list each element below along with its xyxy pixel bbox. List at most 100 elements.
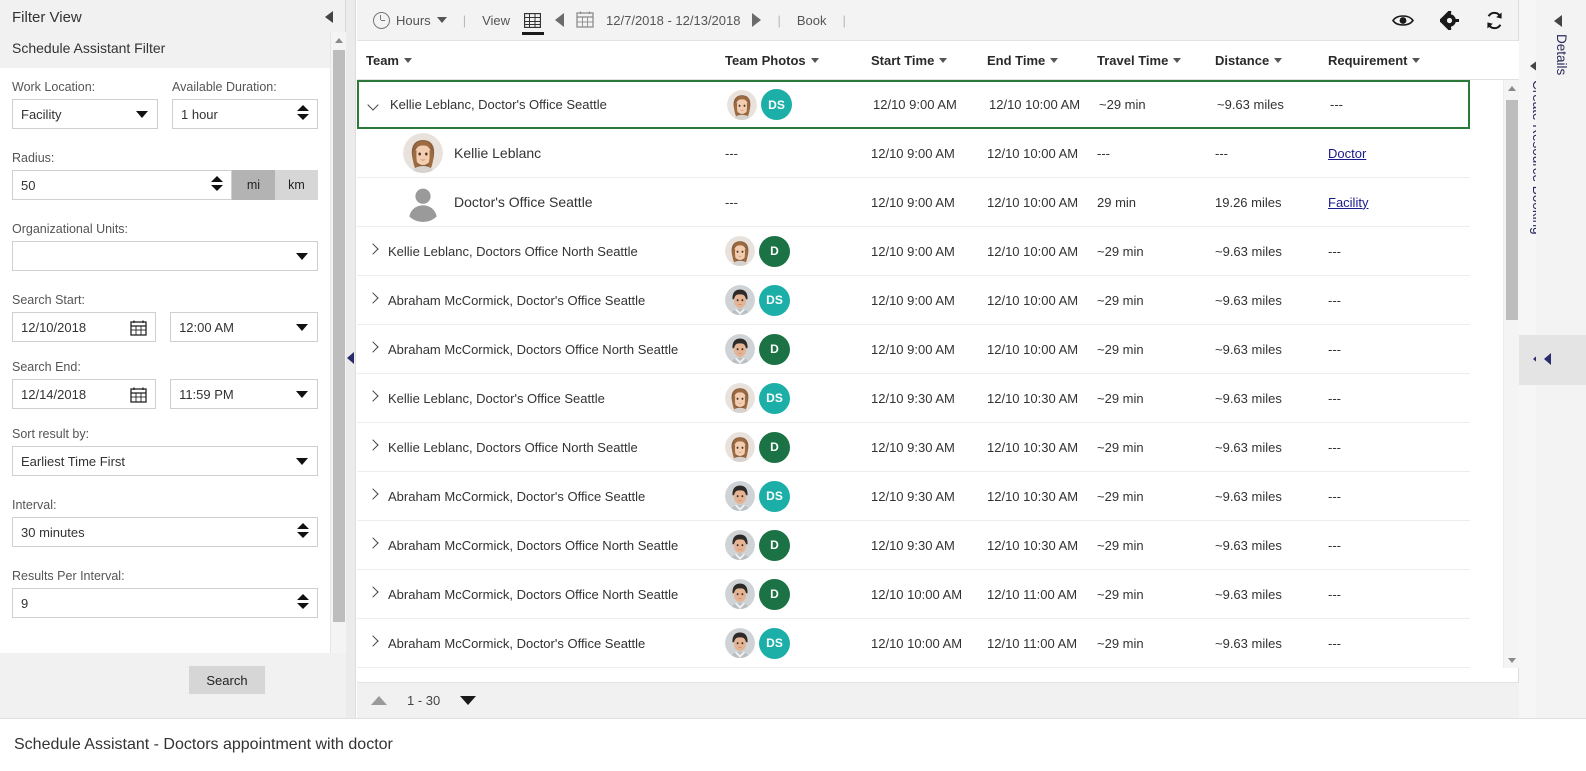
requirement-link[interactable]: Doctor (1328, 146, 1366, 161)
scrollbar-thumb[interactable] (333, 50, 345, 622)
sort-select[interactable]: Earliest Time First (12, 446, 318, 476)
requirement-link[interactable]: Facility (1328, 195, 1368, 210)
collapse-left-triangle-icon[interactable] (1554, 15, 1562, 27)
chevron-down-icon[interactable] (296, 253, 308, 260)
stepper-arrows-icon[interactable] (297, 105, 309, 125)
radius-input[interactable]: 50 (12, 170, 232, 200)
table-row[interactable]: Abraham McCormick, Doctor's Office Seatt… (357, 619, 1470, 668)
avatar (725, 530, 755, 560)
chevron-down-icon[interactable] (136, 111, 148, 118)
scroll-down-arrow-icon[interactable] (1504, 652, 1520, 668)
details-panel[interactable]: Details (1536, 0, 1586, 718)
chevron-down-expand-icon[interactable] (368, 98, 382, 112)
hours-label: Hours (396, 12, 431, 28)
table-row[interactable]: Abraham McCormick, Doctors Office North … (357, 570, 1470, 619)
row-requirement-cell: --- (1328, 635, 1341, 651)
table-row-child[interactable]: Doctor's Office Seattle --- 12/10 9:00 AM 1… (357, 178, 1470, 227)
stepper-arrows-icon[interactable] (297, 523, 309, 543)
stepper-arrows-icon[interactable] (297, 594, 309, 614)
org-units-select[interactable] (12, 241, 318, 271)
book-label: Book (796, 12, 827, 28)
column-header-team[interactable]: Team (357, 53, 725, 68)
row-end-time-cell: 12/10 10:00 AM (987, 243, 1079, 259)
chevron-down-icon[interactable] (296, 458, 308, 465)
collapse-left-triangle-icon[interactable] (325, 11, 333, 23)
search-end-date-input[interactable]: 12/14/2018 (12, 379, 157, 409)
book-button[interactable]: Book (791, 0, 833, 40)
next-period-button[interactable] (746, 0, 767, 40)
chevron-right-expand-icon[interactable] (366, 293, 380, 307)
scroll-up-arrow-icon[interactable] (331, 32, 347, 48)
table-row-child[interactable]: Kellie Leblanc --- 12/10 9:00 AM 12/10 10:0… (357, 129, 1470, 178)
calendar-picker-button[interactable] (570, 0, 600, 40)
table-row[interactable]: Abraham McCormick, Doctor's Office Seatt… (357, 276, 1470, 325)
work-location-select[interactable]: Facility (12, 99, 158, 129)
grid-scrollbar[interactable] (1503, 80, 1519, 668)
chevron-right-expand-icon[interactable] (366, 440, 380, 454)
available-duration-stepper[interactable]: 1 hour (172, 99, 318, 129)
initials-badge: DS (759, 284, 790, 316)
refresh-icon[interactable] (1485, 11, 1504, 30)
chevron-down-icon[interactable] (296, 324, 308, 331)
gear-icon[interactable] (1440, 11, 1459, 30)
table-row[interactable]: Abraham McCormick, Doctors Office North … (357, 521, 1470, 570)
panel-splitter[interactable] (346, 0, 356, 718)
chevron-down-icon[interactable] (296, 391, 308, 398)
chevron-right-expand-icon[interactable] (366, 391, 380, 405)
row-team-label: Abraham McCormick, Doctors Office North … (388, 586, 679, 602)
child-team-photos-cell: --- (725, 145, 738, 161)
chevron-right-expand-icon[interactable] (366, 538, 380, 552)
chevron-right-expand-icon[interactable] (366, 636, 380, 650)
interval-stepper[interactable]: 30 minutes (12, 517, 318, 547)
column-header-team-photos[interactable]: Team Photos (725, 53, 871, 68)
stepper-arrows-icon[interactable] (211, 176, 223, 196)
interval-label: Interval: (12, 498, 57, 512)
table-row[interactable]: Abraham McCormick, Doctor's Office Seatt… (357, 472, 1470, 521)
table-row[interactable]: Kellie Leblanc, Doctors Office North Sea… (357, 423, 1470, 472)
table-row[interactable]: Abraham McCormick, Doctors Office North … (357, 325, 1470, 374)
scroll-up-arrow-icon[interactable] (1504, 80, 1520, 96)
hours-dropdown[interactable]: Hours (367, 0, 453, 40)
column-header-start-time[interactable]: Start Time (871, 53, 987, 68)
results-per-interval-stepper[interactable]: 9 (12, 588, 318, 618)
search-start-date-input[interactable]: 12/10/2018 (12, 312, 157, 342)
previous-period-button[interactable] (549, 0, 570, 40)
row-team-label: Kellie Leblanc, Doctor's Office Seattle (390, 97, 607, 112)
row-team-cell: Abraham McCormick, Doctor's Office Seatt… (357, 489, 725, 504)
column-header-distance[interactable]: Distance (1215, 53, 1328, 68)
column-header-requirement[interactable]: Requirement (1328, 53, 1458, 68)
initials-badge: D (759, 529, 790, 561)
chevron-right-expand-icon[interactable] (366, 587, 380, 601)
available-duration-label: Available Duration: (172, 80, 277, 94)
search-button[interactable]: Search (189, 666, 265, 694)
calendar-icon[interactable] (130, 319, 147, 336)
chevron-down-icon[interactable] (460, 696, 477, 705)
table-row[interactable]: Kellie Leblanc, Doctor's Office Seattle D… (357, 374, 1470, 423)
work-location-duration-row: Work Location: Facility Available Durati… (12, 80, 318, 129)
chevron-down-icon[interactable] (436, 17, 447, 23)
search-end-time-select[interactable]: 11:59 PM (170, 379, 318, 409)
row-distance-cell: ~9.63 miles (1215, 243, 1282, 259)
table-row[interactable]: Kellie Leblanc, Doctor's Office Seattle D… (357, 80, 1470, 129)
chevron-right-expand-icon[interactable] (366, 489, 380, 503)
unit-toggle-km[interactable]: km (275, 170, 318, 200)
eye-icon[interactable] (1392, 13, 1414, 28)
column-header-end-time[interactable]: End Time (987, 53, 1097, 68)
scrollbar-thumb[interactable] (1506, 100, 1518, 320)
search-start-time-select[interactable]: 12:00 AM (170, 312, 318, 342)
board-toolbar: Hours | View 12/7/2018 - 12/13/2018 | Bo… (357, 0, 1518, 41)
view-label: View (482, 12, 511, 28)
unit-toggle-mi[interactable]: mi (232, 170, 275, 200)
splitter-collapse-arrow-icon[interactable] (347, 352, 354, 364)
grid-view-button[interactable] (516, 0, 549, 40)
table-row[interactable]: Kellie Leblanc, Doctors Office North Sea… (357, 227, 1470, 276)
row-team-cell: Kellie Leblanc, Doctors Office North Sea… (357, 440, 725, 455)
chevron-up-icon[interactable] (371, 696, 387, 705)
column-header-travel-time[interactable]: Travel Time (1097, 53, 1215, 68)
splitter-collapse-arrow-icon[interactable] (1544, 353, 1551, 365)
filter-panel-scrollbar[interactable] (330, 32, 346, 686)
date-range-label[interactable]: 12/7/2018 - 12/13/2018 (600, 0, 746, 40)
calendar-icon[interactable] (130, 386, 147, 403)
chevron-right-expand-icon[interactable] (366, 244, 380, 258)
chevron-right-expand-icon[interactable] (366, 342, 380, 356)
